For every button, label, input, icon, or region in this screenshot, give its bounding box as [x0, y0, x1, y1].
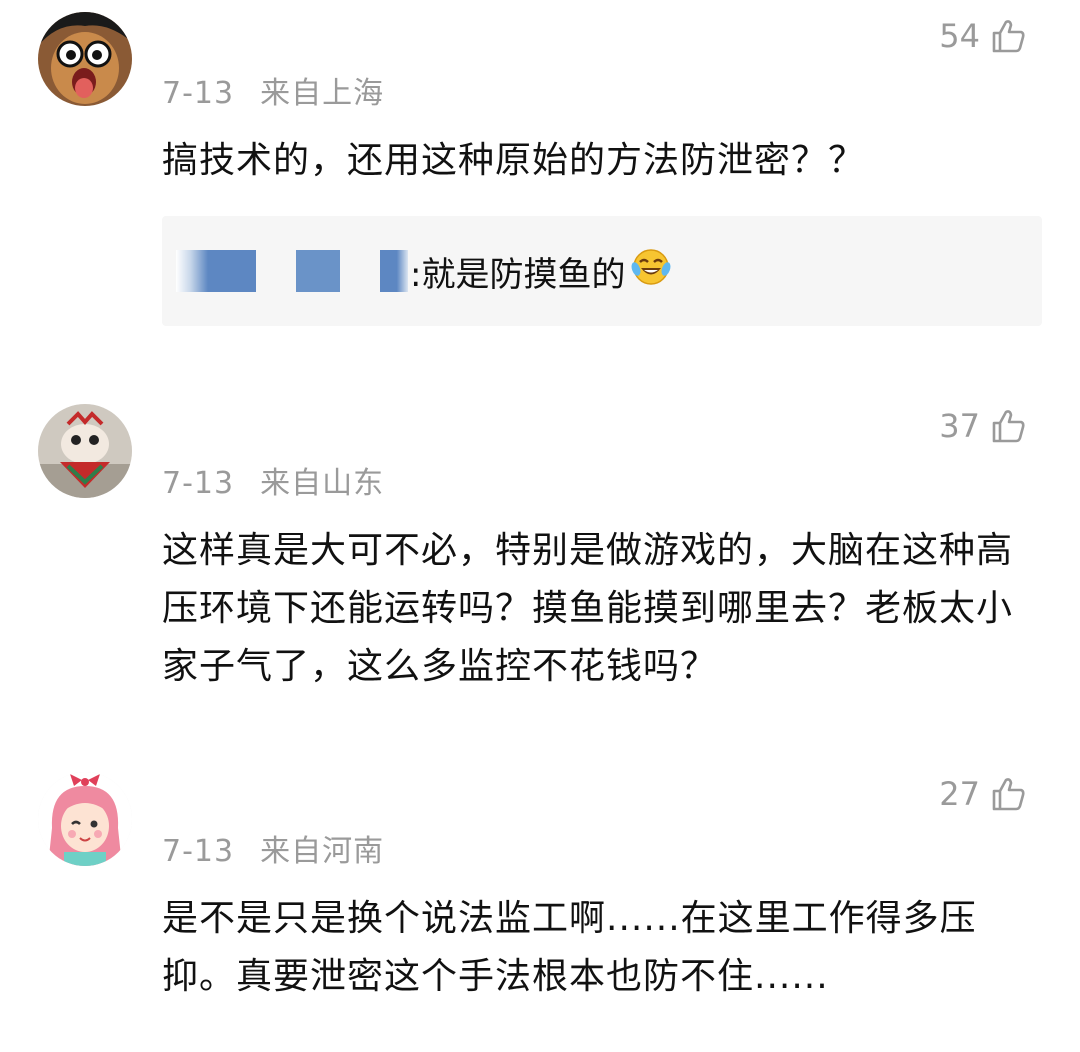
avatar[interactable]: [38, 772, 132, 866]
like-button[interactable]: 54: [939, 16, 1026, 56]
reply-box[interactable]: :就是防摸鱼的: [162, 216, 1042, 326]
redacted-name-block: [296, 250, 340, 292]
like-button[interactable]: 37: [939, 406, 1026, 446]
like-button[interactable]: 27: [939, 774, 1026, 814]
comment-item: 54 7-13 来自上海 搞技术的，还用这种原始的方法防泄密？？ :就是防摸鱼的: [0, 0, 1080, 360]
laughing-tears-emoji-icon: [631, 247, 671, 296]
comment-text: 搞技术的，还用这种原始的方法防泄密？？: [162, 140, 866, 181]
redacted-name-block: [380, 250, 408, 292]
comment-location: 来自河南: [260, 834, 385, 869]
comment-date: 7-13: [162, 76, 235, 111]
comment-item: 37 7-13 来自山东 这样真是大可不必，特别是做游戏的，大脑在这种高压环境下还…: [0, 390, 1080, 720]
like-count: 27: [939, 775, 980, 813]
comment-location: 来自上海: [260, 76, 385, 111]
avatar[interactable]: [38, 12, 132, 106]
reply-content: :就是防摸鱼的: [176, 216, 671, 326]
thumbs-up-icon: [992, 410, 1025, 443]
lion-dance-avatar: [38, 404, 132, 498]
thumbs-up-icon: [992, 20, 1025, 53]
comment-text: 是不是只是换个说法监工啊......在这里工作得多压抑。真要泄密这个手法根本也防…: [162, 898, 977, 997]
comment-date: 7-13: [162, 466, 235, 501]
comment-meta: 7-13 来自山东: [162, 458, 384, 502]
like-count: 54: [939, 17, 980, 55]
comment-meta: 7-13 来自上海: [162, 68, 384, 112]
avatar[interactable]: [38, 404, 132, 498]
thumbs-up-icon: [992, 778, 1025, 811]
like-count: 37: [939, 407, 980, 445]
comment-date: 7-13: [162, 834, 235, 869]
pink-hair-girl-avatar: [38, 772, 132, 866]
comment-location: 来自山东: [260, 466, 385, 501]
redacted-name-block: [176, 250, 256, 292]
cartoon-face-avatar: [38, 12, 132, 106]
reply-text: :就是防摸鱼的: [410, 254, 626, 295]
comment-item: 27 7-13 来自河南 是不是只是换个说法监工啊......在这里工作得多压抑。…: [0, 758, 1080, 1052]
comment-text: 这样真是大可不必，特别是做游戏的，大脑在这种高压环境下还能运转吗？摸鱼能摸到哪里…: [162, 530, 1014, 687]
comment-meta: 7-13 来自河南: [162, 826, 384, 870]
